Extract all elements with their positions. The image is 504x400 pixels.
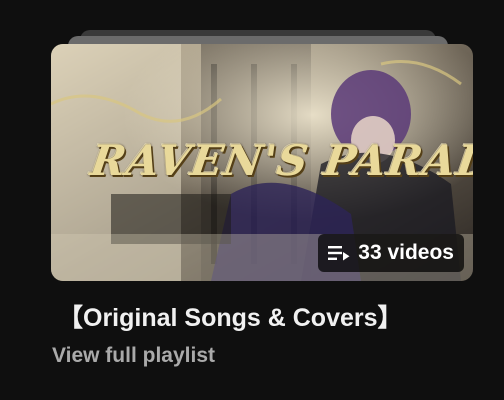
playlist-thumbnail[interactable]: RAVEN'S PARADIGM 33 videos — [51, 44, 473, 281]
playlist-icon — [328, 245, 350, 261]
thumbnail-title-text: RAVEN'S PARADIGM — [87, 136, 473, 185]
view-full-playlist-link[interactable]: View full playlist — [52, 344, 215, 368]
playlist-title[interactable]: 【Original Songs & Covers】 — [58, 298, 498, 334]
playlist-card[interactable]: RAVEN'S PARADIGM 33 videos 【Original Son… — [0, 0, 504, 400]
video-count-badge: 33 videos — [318, 234, 464, 272]
video-count-label: 33 videos — [358, 241, 454, 264]
